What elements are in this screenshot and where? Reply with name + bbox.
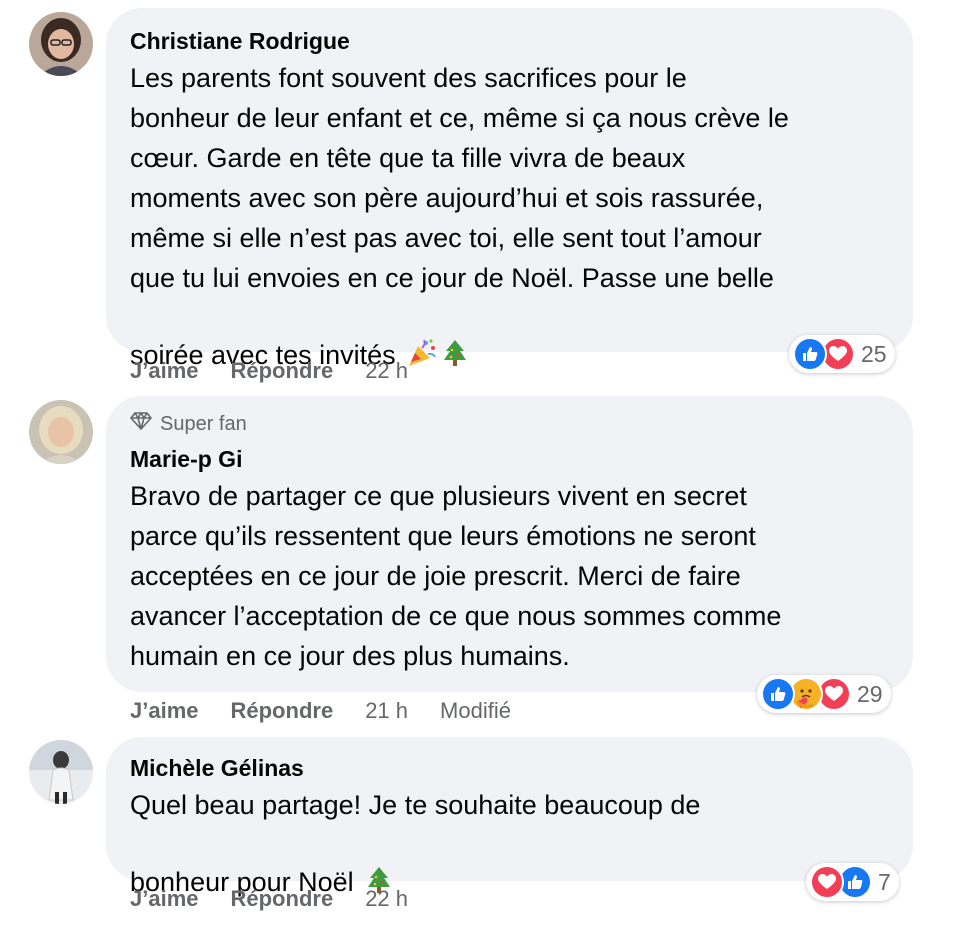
comment-text: Les parents font souvent des sacrifices … [130, 58, 889, 379]
reaction-count: 7 [878, 868, 891, 895]
like-reaction-icon [761, 677, 795, 711]
comment-timestamp[interactable]: 21 h [365, 698, 408, 724]
comment-actions: J’aime Répondre 22 h [130, 356, 440, 386]
comment-actions: J’aime Répondre 22 h [130, 884, 440, 914]
reactions-summary[interactable]: 7 [806, 863, 899, 901]
like-button[interactable]: J’aime [130, 886, 199, 912]
comment-author[interactable]: Christiane Rodrigue [130, 26, 889, 56]
love-reaction-icon [810, 865, 844, 899]
edited-label[interactable]: Modifié [440, 698, 511, 724]
reaction-count: 25 [861, 340, 887, 367]
reactions-summary[interactable]: 29 [757, 675, 891, 713]
reactions-summary[interactable]: 25 [789, 335, 895, 373]
like-button[interactable]: J’aime [130, 358, 199, 384]
comment-text-body: Quel beau partage! Je te souhaite beauco… [130, 790, 701, 897]
super-fan-label: Super fan [160, 412, 247, 435]
like-reaction-icon [793, 337, 827, 371]
reply-button[interactable]: Répondre [231, 886, 334, 912]
diamond-icon [130, 411, 152, 437]
comment-timestamp[interactable]: 22 h [365, 358, 408, 384]
comment-bubble: Christiane Rodrigue Les parents font sou… [106, 8, 913, 370]
comment-text: Bravo de partager ce que plusieurs viven… [130, 481, 782, 671]
reply-button[interactable]: Répondre [231, 358, 334, 384]
avatar[interactable] [29, 400, 93, 464]
like-button[interactable]: J’aime [130, 698, 199, 724]
christmas-tree-icon [442, 298, 468, 379]
comment-bubble: Super fan Marie-p Gi Bravo de partager c… [106, 396, 913, 692]
comment-author[interactable]: Marie-p Gi [130, 444, 889, 474]
super-fan-badge: Super fan [130, 410, 889, 438]
comment-actions: J’aime Répondre 21 h Modifié [130, 696, 511, 726]
avatar[interactable] [29, 12, 93, 76]
reaction-count: 29 [857, 680, 883, 707]
comment-author[interactable]: Michèle Gélinas [130, 753, 889, 783]
comment-bubble: Michèle Gélinas Quel beau partage! Je te… [106, 737, 913, 897]
comment-timestamp[interactable]: 22 h [365, 886, 408, 912]
reply-button[interactable]: Répondre [231, 698, 334, 724]
avatar[interactable] [29, 740, 93, 804]
